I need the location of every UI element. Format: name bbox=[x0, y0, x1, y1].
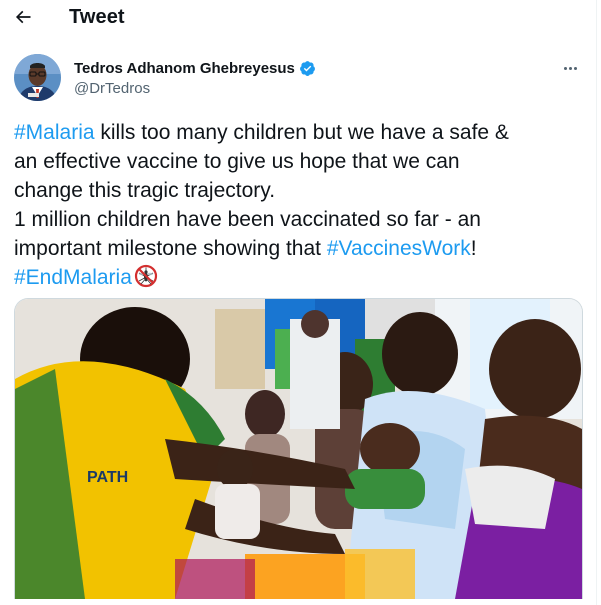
back-button[interactable] bbox=[8, 2, 38, 32]
tweet-text: #Malaria kills too many children but we … bbox=[14, 118, 584, 292]
page-title: Tweet bbox=[69, 6, 125, 28]
tweet-line: change this tragic trajectory. bbox=[14, 179, 276, 202]
hashtag-vaccineswork[interactable]: #VaccinesWork bbox=[327, 237, 471, 260]
author-handle[interactable]: @DrTedros bbox=[74, 80, 150, 97]
author-name-text: Tedros Adhanom Ghebreyesus bbox=[74, 60, 295, 77]
tweet-line: important milestone showing that #Vaccin… bbox=[14, 237, 477, 260]
tweet-photo[interactable]: PATH bbox=[14, 298, 583, 599]
tweet-line: #Malaria kills too many children but we … bbox=[14, 121, 509, 144]
tweet-line: an effective vaccine to give us hope tha… bbox=[14, 150, 460, 173]
author-name[interactable]: Tedros Adhanom Ghebreyesus bbox=[74, 60, 316, 77]
back-arrow-icon bbox=[15, 10, 31, 24]
more-options-button[interactable] bbox=[556, 58, 584, 78]
column-divider bbox=[596, 0, 597, 605]
vaccination-photo: PATH bbox=[15, 299, 582, 599]
hashtag-malaria[interactable]: #Malaria bbox=[14, 121, 95, 144]
tweet-line: 1 million children have been vaccinated … bbox=[14, 208, 481, 231]
hashtag-endmalaria[interactable]: #EndMalaria bbox=[14, 266, 132, 289]
tweet-page: Tweet Tedros Adhanom Ghebreyesus @DrTedr… bbox=[0, 0, 601, 605]
no-mosquito-icon bbox=[134, 264, 158, 288]
page-header: Tweet bbox=[0, 0, 596, 34]
tweet-line: #EndMalaria bbox=[14, 263, 584, 292]
verified-badge-icon bbox=[299, 61, 315, 76]
shirt-logo-text: PATH bbox=[87, 469, 128, 486]
tweet-author: Tedros Adhanom Ghebreyesus @DrTedros bbox=[0, 52, 596, 104]
avatar[interactable] bbox=[14, 54, 61, 101]
more-dots-icon bbox=[563, 66, 567, 70]
